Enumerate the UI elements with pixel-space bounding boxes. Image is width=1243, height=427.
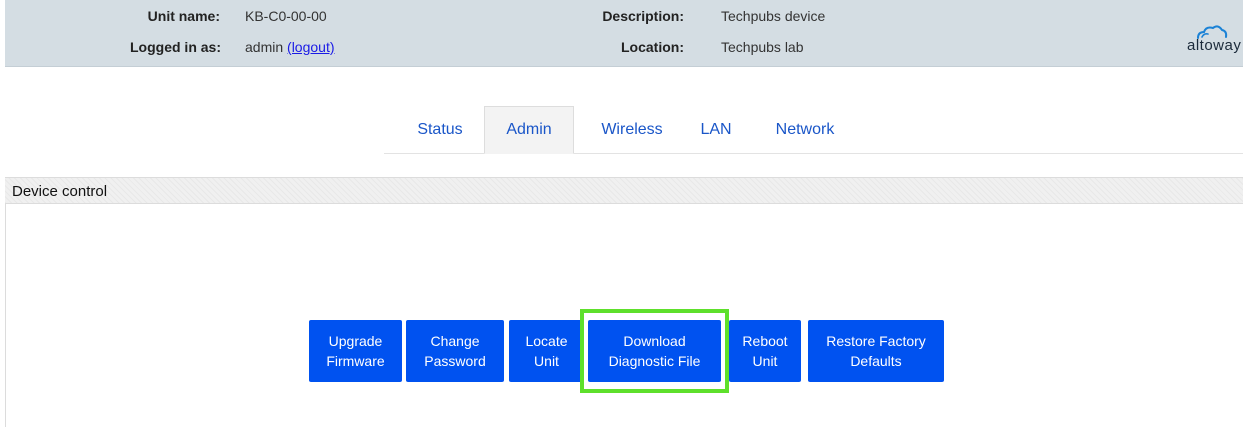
button-label-line1: Restore Factory <box>826 333 926 349</box>
logged-in-label: Logged in as: <box>130 39 221 55</box>
tab-status[interactable]: Status <box>402 106 478 154</box>
tab-lan[interactable]: LAN <box>686 106 746 154</box>
content-border <box>5 204 6 427</box>
location-label: Location: <box>621 39 684 55</box>
highlight-box <box>580 309 729 393</box>
button-label-line2: Defaults <box>850 353 902 369</box>
description-label: Description: <box>602 8 684 24</box>
button-label-line2: Unit <box>534 353 559 369</box>
button-label-line1: Reboot <box>742 333 788 349</box>
location-value: Techpubs lab <box>721 39 804 55</box>
unit-name-value: KB-C0-00-00 <box>245 8 327 24</box>
altoway-logo: altoway <box>1187 37 1242 54</box>
unit-name-label: Unit name: <box>147 8 220 24</box>
button-label-line1: Upgrade <box>328 333 383 349</box>
tab-admin[interactable]: Admin <box>484 106 574 154</box>
section-title: Device control <box>12 183 108 200</box>
logged-in-user: admin <box>245 39 284 55</box>
button-label-line1: Locate <box>525 333 568 349</box>
reboot-unit-button[interactable]: Reboot Unit <box>729 320 801 382</box>
button-label-line2: Unit <box>752 353 778 369</box>
description-value: Techpubs device <box>721 8 826 24</box>
logout-link[interactable]: (logout) <box>287 39 334 55</box>
button-label-line1: Change <box>430 333 480 349</box>
tab-network[interactable]: Network <box>755 106 855 154</box>
section-header: Device control <box>5 177 1243 204</box>
upgrade-firmware-button[interactable]: Upgrade Firmware <box>309 320 402 382</box>
button-label-line2: Password <box>424 353 486 369</box>
button-label-line2: Firmware <box>326 353 385 369</box>
tab-wireless[interactable]: Wireless <box>583 106 681 154</box>
logged-in-value: admin (logout) <box>245 39 335 55</box>
change-password-button[interactable]: Change Password <box>406 320 504 382</box>
restore-factory-defaults-button[interactable]: Restore Factory Defaults <box>808 320 944 382</box>
locate-unit-button[interactable]: Locate Unit <box>509 320 584 382</box>
